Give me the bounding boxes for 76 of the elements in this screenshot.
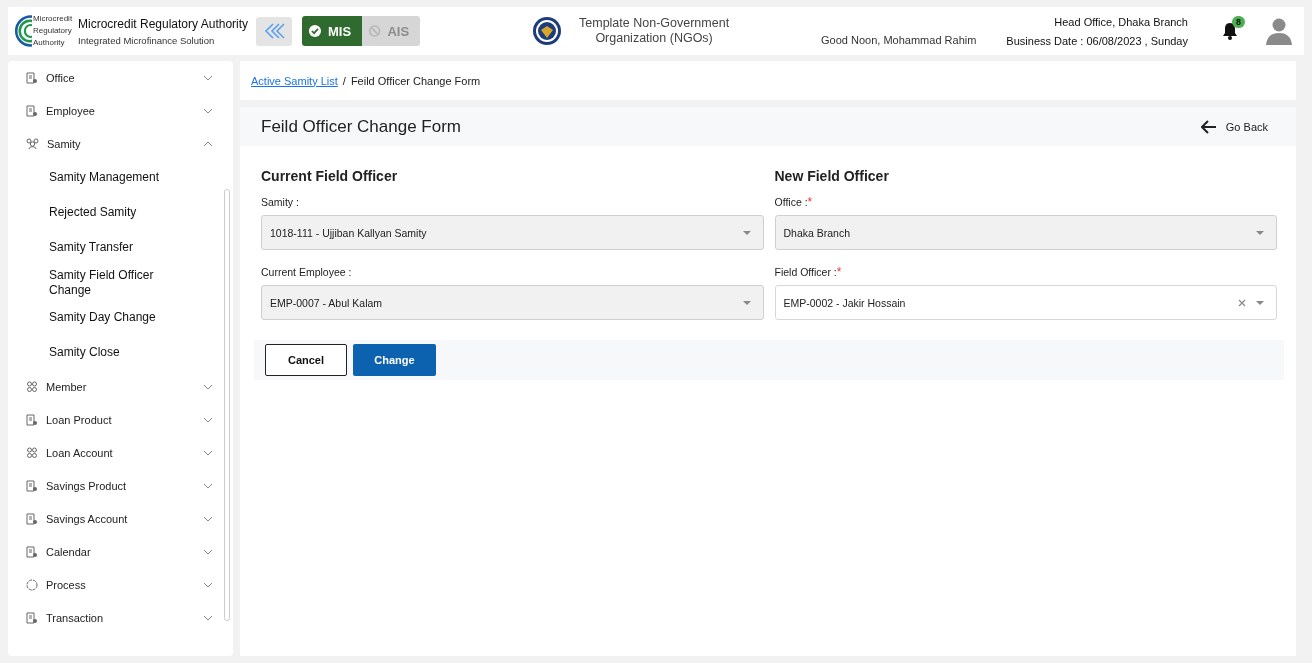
people-icon (26, 446, 38, 459)
sidebar-item[interactable]: Savings Product (26, 469, 233, 502)
greeting-text: Good Noon, Mohammad Rahim (821, 34, 977, 46)
sidebar-item[interactable]: Calendar (26, 535, 233, 568)
cancel-button[interactable]: Cancel (265, 344, 347, 376)
dropdown-caret-icon (1256, 230, 1264, 235)
sidebar-item[interactable]: Loan Account (26, 436, 233, 469)
chevron-up-icon (203, 140, 213, 147)
chevron-down-icon (203, 449, 213, 456)
sidebar-item[interactable]: Savings Account (26, 502, 233, 535)
dropdown-caret-icon (1256, 300, 1264, 305)
chevron-down-icon (203, 581, 213, 588)
org-name: Microcredit Regulatory Authority (78, 16, 249, 31)
section-heading: Current Field Officer (261, 168, 399, 184)
user-avatar-icon[interactable] (1266, 17, 1292, 45)
dropdown-caret-icon (742, 300, 751, 305)
chevron-down-icon (203, 515, 213, 522)
circle-icon (26, 578, 38, 591)
document-icon (26, 512, 38, 525)
collapse-sidebar-button[interactable] (256, 16, 293, 46)
breadcrumb-link[interactable]: Active Samity List (251, 74, 338, 87)
module-tab[interactable]: MIS (302, 16, 363, 46)
sidebar-item[interactable]: Process (26, 568, 233, 601)
bell-icon (1222, 22, 1238, 40)
select-field[interactable]: EMP-0002 - Jakir Hossain (774, 285, 1277, 320)
document-icon (26, 545, 38, 558)
document-icon (26, 71, 38, 84)
sidebar-item[interactable]: Employee (26, 94, 233, 127)
chevron-down-icon (203, 107, 213, 114)
document-icon (26, 413, 38, 426)
field-label: Current Employee : (261, 266, 352, 279)
sidebar-subitem[interactable]: Samity Management (26, 160, 233, 195)
notification-count: 8 (1232, 16, 1245, 28)
people-icon (26, 380, 38, 393)
sidebar-item[interactable]: Samity (26, 127, 233, 160)
double-chevron-left-icon (263, 22, 286, 40)
chevron-down-icon (203, 548, 213, 555)
field-label: Field Officer : (774, 266, 837, 279)
chevron-down-icon (203, 482, 213, 489)
notification-button[interactable] (1222, 22, 1238, 40)
sidebar-subitem[interactable]: Samity Field Officer Change (26, 265, 233, 300)
seal-icon (532, 16, 563, 46)
document-icon (26, 479, 38, 492)
arrow-left-icon (1200, 119, 1217, 134)
sidebar-item[interactable]: Loan Product (26, 403, 233, 436)
change-button[interactable]: Change (353, 344, 436, 376)
document-icon (26, 104, 38, 117)
office-name: Head Office, Dhaka Branch (1053, 15, 1188, 28)
form-title: Feild Officer Change Form (261, 116, 461, 137)
chevron-down-icon (203, 614, 213, 621)
chevron-down-icon (203, 383, 213, 390)
field-label: Office : (774, 196, 808, 209)
check-circle-icon (308, 23, 322, 39)
prohibited-icon (368, 23, 382, 39)
business-date: Business Date : 06/08/2023 , Sunday (1006, 34, 1188, 47)
go-back-button[interactable]: Go Back (1194, 118, 1274, 135)
sidebar-subitem[interactable]: Samity Transfer (26, 230, 233, 265)
organization-name: Template Non-Government Organization (NGOs) (578, 16, 731, 46)
chevron-down-icon (203, 74, 213, 81)
document-icon (26, 611, 38, 624)
chevron-down-icon (203, 416, 213, 423)
group-icon (26, 137, 39, 150)
sidebar-item[interactable]: Transaction (26, 601, 233, 634)
clear-icon[interactable] (1238, 298, 1246, 307)
breadcrumb-current: Feild Officer Change Form (350, 74, 481, 87)
dropdown-caret-icon (742, 230, 751, 235)
sidebar-subitem[interactable]: Samity Close (26, 335, 233, 370)
field-label: Samity : (261, 196, 299, 209)
sidebar-subitem[interactable]: Samity Day Change (26, 300, 233, 335)
sidebar-item[interactable]: Member (26, 370, 233, 403)
sidebar-item[interactable]: Office (26, 61, 233, 94)
section-heading: New Field Officer (774, 168, 890, 184)
sidebar-subitem[interactable]: Rejected Samity (26, 195, 233, 230)
breadcrumb-separator: / (342, 74, 346, 87)
scrollbar[interactable] (224, 189, 230, 621)
org-subtitle: Integrated Microfinance Solution (78, 34, 216, 46)
